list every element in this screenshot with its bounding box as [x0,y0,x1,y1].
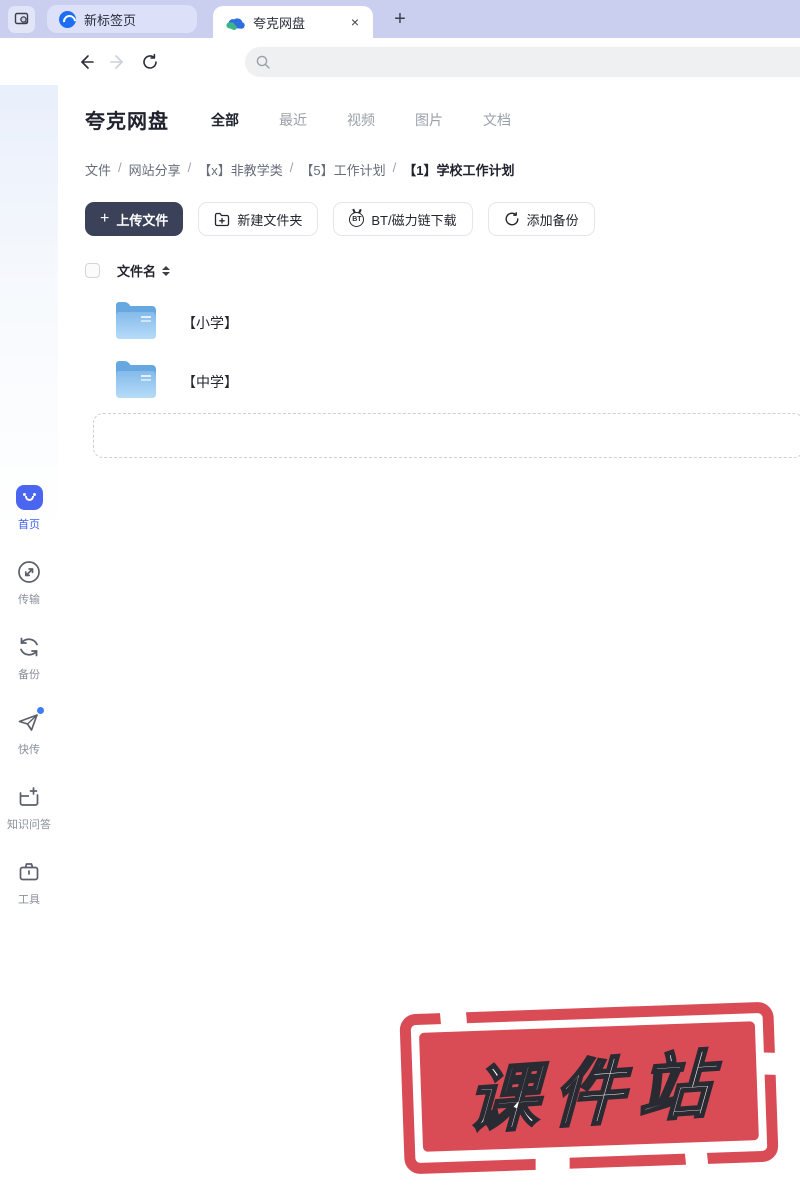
add-backup-button[interactable]: 添加备份 [488,202,595,236]
folder-icon [116,306,156,339]
forward-icon[interactable] [109,53,127,71]
breadcrumb-current: 【1】学校工作计划 [403,160,514,179]
tab-video[interactable]: 视频 [327,110,395,130]
bt-download-icon: BT [349,212,364,227]
new-folder-button[interactable]: 新建文件夹 [198,202,318,236]
breadcrumb-item[interactable]: 文件 [85,160,111,179]
refresh-icon[interactable] [141,53,159,71]
stamp-text: 课件站 [451,1024,726,1148]
quark-browser-logo-icon [59,11,76,28]
new-tab-button[interactable]: + [387,6,413,32]
tab-search-button[interactable] [8,6,35,33]
browser-tab-label: 夸克网盘 [253,13,349,32]
folder-icon [116,365,156,398]
file-row-primary-school[interactable]: 【小学】 [85,306,800,339]
search-icon [255,54,271,70]
breadcrumb-separator: / [188,160,192,179]
tab-all[interactable]: 全部 [191,110,259,130]
sidebar-item-transfer[interactable]: 传输 [0,559,58,607]
breadcrumb-item[interactable]: 【x】非教学类 [198,160,283,179]
bt-download-label: BT/磁力链下载 [371,210,456,229]
transfer-icon [16,559,42,585]
breadcrumb-item[interactable]: 【5】工作计划 [300,160,385,179]
upload-file-button[interactable]: + 上传文件 [85,202,183,236]
upload-dropzone[interactable] [93,413,800,458]
bt-magnet-download-button[interactable]: BT BT/磁力链下载 [333,202,472,236]
sort-icon[interactable] [162,266,170,276]
upload-file-label: 上传文件 [116,210,168,229]
sidebar-item-tools[interactable]: 工具 [0,859,58,907]
back-icon[interactable] [77,53,95,71]
search-input[interactable] [245,47,800,77]
breadcrumb-item[interactable]: 网站分享 [129,160,181,179]
sidebar-item-quick-share[interactable]: 快传 [0,709,58,757]
backup-sync-icon [16,634,42,660]
tab-image[interactable]: 图片 [395,110,463,130]
browser-tab-label: 新标签页 [84,10,185,29]
file-name: 【中学】 [182,372,238,392]
toolbar: + 上传文件 新建文件夹 BT BT/磁力链下载 [85,202,800,236]
sidebar: 首页 传输 备份 [0,85,58,1200]
file-row-middle-school[interactable]: 【中学】 [85,365,800,398]
home-smile-icon [16,485,43,510]
breadcrumb-separator: / [290,160,294,179]
sidebar-item-label: 知识问答 [7,816,51,832]
breadcrumb-separator: / [118,160,122,179]
breadcrumb-separator: / [393,160,397,179]
browser-tab-newtab[interactable]: 新标签页 [47,5,197,33]
add-backup-label: 添加备份 [527,210,579,229]
page-title: 夸克网盘 [85,105,169,134]
folder-plus-icon [214,212,230,227]
sidebar-item-home[interactable]: 首页 [0,485,58,532]
sidebar-item-backup[interactable]: 备份 [0,634,58,682]
watermark-stamp: 课件站 [399,1002,778,1175]
sidebar-item-label: 备份 [18,666,40,682]
tab-close-icon[interactable]: × [349,14,361,30]
file-list-header: 文件名 [85,261,800,280]
sidebar-item-knowledge-qa[interactable]: 知识问答 [0,784,58,832]
browser-tab-quark-drive[interactable]: 夸克网盘 × [213,6,373,38]
sidebar-item-label: 传输 [18,591,40,607]
file-name: 【小学】 [182,313,238,333]
browser-nav-bar [0,38,800,85]
browser-tab-bar: 新标签页 夸克网盘 × + [0,0,800,38]
sidebar-item-label: 首页 [18,516,40,532]
sidebar-item-label: 快传 [18,741,40,757]
tab-doc[interactable]: 文档 [463,110,531,130]
notification-dot [37,707,44,714]
paper-plane-icon [16,709,42,735]
tab-recent[interactable]: 最近 [259,110,327,130]
knowledge-qa-icon [16,784,42,810]
sync-circle-icon [504,211,520,227]
quark-drive-cloud-icon [225,15,245,30]
view-tabs: 全部 最近 视频 图片 文档 [191,110,531,130]
filename-column-label: 文件名 [117,261,156,280]
toolbox-icon [16,859,42,885]
breadcrumb: 文件 / 网站分享 / 【x】非教学类 / 【5】工作计划 / 【1】学校工作计… [85,160,800,179]
plus-icon: + [100,210,109,228]
select-all-checkbox[interactable] [85,263,100,278]
tab-search-icon [14,11,30,27]
stamp-inner: 课件站 [419,1021,759,1152]
new-folder-label: 新建文件夹 [237,210,302,229]
sidebar-item-label: 工具 [18,891,40,907]
